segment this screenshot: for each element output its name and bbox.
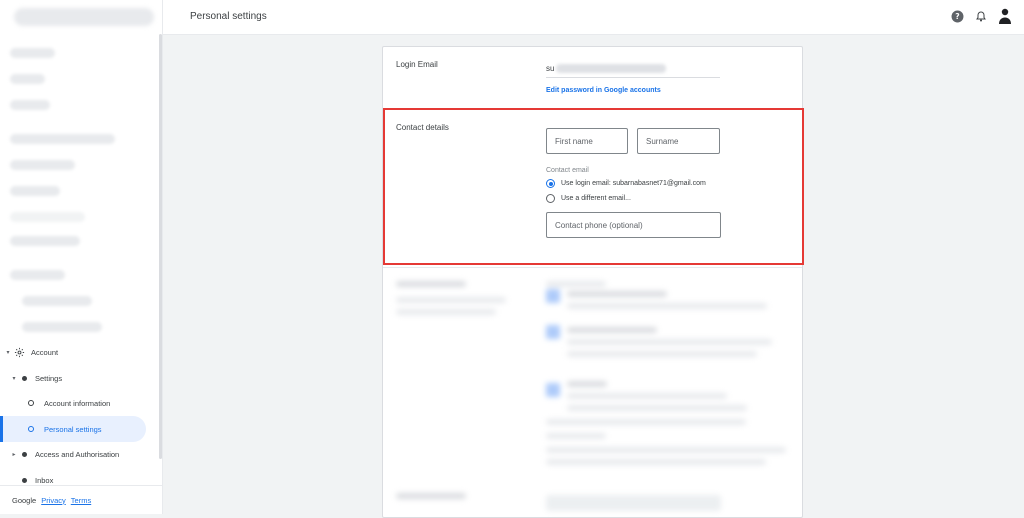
blurred-preferences-section [383,275,802,515]
sidebar-footer: Google Privacy Terms [0,485,162,514]
bullet-icon [22,477,27,483]
sidebar-scrollbar[interactable] [159,34,162,459]
sidebar-blurred-item [10,212,85,222]
settings-card: Login Email su Edit password in Google a… [382,46,803,518]
avatar-icon[interactable] [997,7,1013,25]
edit-password-link[interactable]: Edit password in Google accounts [546,87,661,94]
sidebar-item-settings[interactable]: ▾ Settings [0,365,160,391]
ring-bullet-icon [28,426,34,432]
chevron-right-icon: ▸ [12,451,16,458]
radio-unselected-icon [546,194,555,203]
sidebar-item-access-authorisation[interactable]: ▸ Access and Authorisation [0,441,160,467]
sidebar-item-label: Inbox [35,475,54,485]
sidebar-blurred-item [22,296,92,306]
sidebar-item-account[interactable]: ▾ Account [0,339,160,365]
sidebar-blurred-item [10,186,60,196]
sidebar-blurred-item [10,236,80,246]
top-bar: Personal settings ? [163,0,1024,35]
sidebar-blurred-item [10,100,50,110]
contact-phone-placeholder: Contact phone (optional) [555,220,643,230]
contact-details-label: Contact details [396,123,449,132]
first-name-placeholder: First name [555,136,593,146]
app-logo [14,8,154,26]
sidebar-item-label: Settings [35,373,63,383]
help-circle-icon[interactable]: ? [950,9,964,23]
chevron-down-icon: ▾ [6,349,10,356]
contact-phone-input[interactable]: Contact phone (optional) [546,212,721,238]
sidebar-item-label: Account information [44,398,111,408]
bullet-icon [22,451,27,457]
radio-use-login-email[interactable]: Use login email: subarnabasnet71@gmail.c… [546,179,706,188]
section-divider [383,109,802,110]
sidebar-blurred-item [10,74,45,84]
first-name-input[interactable]: First name [546,128,628,154]
sidebar-item-label: Account [31,347,59,357]
radio-label: Use login email: subarnabasnet71@gmail.c… [561,180,706,187]
radio-use-different-email[interactable]: Use a different email... [546,194,631,203]
radio-label: Use a different email... [561,195,631,202]
contact-email-label: Contact email [546,167,589,174]
svg-text:?: ? [955,12,959,21]
section-divider [383,267,802,268]
sidebar-item-account-information[interactable]: Account information [0,390,160,416]
login-email-field: su [546,59,720,78]
page-title: Personal settings [190,11,267,22]
sidebar-blurred-item [10,48,55,58]
surname-placeholder: Surname [646,136,679,146]
bullet-icon [22,375,27,381]
sidebar-blurred-item [10,160,75,170]
login-email-label: Login Email [396,60,438,69]
sidebar-item-label: Personal settings [44,424,102,434]
sidebar: ▾ Account ▾ Settings Account information… [0,0,163,514]
sidebar-blurred-item [10,270,65,280]
privacy-link[interactable]: Privacy [41,496,66,505]
footer-brand: Google [12,495,37,505]
ring-bullet-icon [28,400,34,406]
terms-link[interactable]: Terms [71,496,91,505]
sidebar-blurred-item [10,134,115,144]
masked-email [556,63,667,73]
sidebar-blurred-item [22,322,102,332]
login-email-value: su [546,63,555,73]
sidebar-item-personal-settings[interactable]: Personal settings [0,416,146,442]
radio-selected-icon [546,179,555,188]
sidebar-item-label: Access and Authorisation [35,449,120,459]
bell-icon[interactable] [974,9,988,23]
chevron-down-icon: ▾ [12,375,16,382]
gear-icon [14,347,25,358]
surname-input[interactable]: Surname [637,128,720,154]
